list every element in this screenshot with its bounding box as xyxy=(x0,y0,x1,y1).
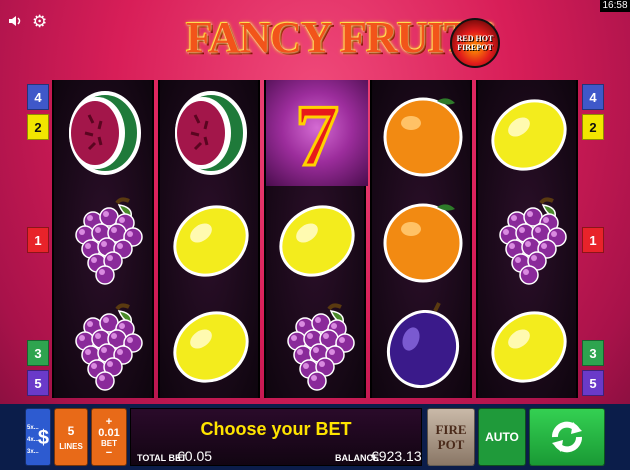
message-text: Choose your BET xyxy=(200,419,352,439)
svg-text:7: 7 xyxy=(295,88,339,179)
reel-symbol-grapes xyxy=(54,292,156,398)
auto-button[interactable]: AUTO xyxy=(478,408,526,466)
grapes-icon xyxy=(287,303,355,391)
reel-symbol-orange xyxy=(372,186,474,292)
reel-3: 7 xyxy=(264,80,368,398)
grapes-icon xyxy=(499,197,567,285)
reel-symbol-lemon xyxy=(478,292,580,398)
lemon-icon xyxy=(279,205,355,277)
reel-symbol-watermelon xyxy=(54,80,156,186)
reel-symbol-lemon xyxy=(160,186,262,292)
lines-button[interactable]: 5 LINES xyxy=(54,408,88,466)
reel-symbol-plum xyxy=(372,292,474,398)
line-marker-right-1: 1 xyxy=(582,227,604,253)
game-title: FANCY FRUITS xyxy=(186,13,496,62)
sound-icon[interactable] xyxy=(8,14,22,28)
reel-5 xyxy=(476,80,578,398)
reel-symbol-lemon xyxy=(160,292,262,398)
bet-plus[interactable]: + xyxy=(106,416,112,427)
firepot-line-1: FIRE xyxy=(435,422,467,437)
spin-icon xyxy=(552,421,582,453)
reel-symbol-grapes xyxy=(266,292,368,398)
seven-icon: 7 xyxy=(294,87,341,179)
watermelon-icon xyxy=(69,91,141,175)
message-box: Choose your BET TOTAL BET €0.05 BALANCE … xyxy=(130,408,422,466)
line-marker-left-1: 1 xyxy=(27,227,49,253)
line-marker-left-4: 4 xyxy=(27,84,49,110)
reel-symbol-lemon xyxy=(478,80,580,186)
line-marker-right-2: 2 xyxy=(582,114,604,140)
badge-line-1: RED HOT xyxy=(456,34,494,43)
lines-value: 5 xyxy=(67,423,75,438)
status-clock: 16:58 xyxy=(600,0,630,12)
reel-symbol-lemon xyxy=(266,186,368,292)
auto-label: AUTO xyxy=(485,430,519,444)
reel-symbol-grapes xyxy=(54,186,156,292)
reel-symbol-grapes xyxy=(478,186,580,292)
reel-symbol-watermelon xyxy=(160,80,262,186)
paytable-button[interactable]: 5x... 4x... 3x... $ xyxy=(25,408,51,466)
bet-value: 0.01 xyxy=(98,426,120,439)
line-marker-right-4: 4 xyxy=(582,84,604,110)
reel-2 xyxy=(158,80,260,398)
reel-4 xyxy=(370,80,472,398)
line-marker-left-5: 5 xyxy=(27,370,49,396)
lemon-icon xyxy=(491,311,567,383)
lemon-icon xyxy=(173,311,249,383)
grapes-icon xyxy=(75,197,143,285)
bet-button[interactable]: + 0.01 BET − xyxy=(91,408,127,466)
spin-button[interactable] xyxy=(529,408,605,466)
line-marker-right-3: 3 xyxy=(582,340,604,366)
plum-icon xyxy=(387,302,459,389)
firepot-line-2: POT xyxy=(437,437,465,452)
firepot-button[interactable]: FIRE POT xyxy=(427,408,475,466)
balance-value: €923.13 xyxy=(371,448,422,464)
lemon-icon xyxy=(491,99,567,171)
badge-line-2: FIREPOT xyxy=(457,43,493,52)
reel-1 xyxy=(52,80,154,398)
lines-label: LINES xyxy=(59,441,83,451)
gear-icon[interactable]: ⚙ xyxy=(32,13,47,30)
line-marker-left-3: 3 xyxy=(27,340,49,366)
dollar-icon: $ xyxy=(37,427,49,449)
reel-area: 7 xyxy=(52,80,578,398)
total-bet-value: €0.05 xyxy=(177,448,213,464)
line-marker-right-5: 5 xyxy=(582,370,604,396)
reel-symbol-seven: 7 xyxy=(266,80,368,186)
grapes-icon xyxy=(75,303,143,391)
orange-icon xyxy=(383,97,463,177)
line-marker-left-2: 2 xyxy=(27,114,49,140)
watermelon-icon xyxy=(175,91,247,175)
firepot-badge: RED HOT FIREPOT xyxy=(450,18,500,68)
reel-symbol-orange xyxy=(372,80,474,186)
orange-icon xyxy=(383,203,463,283)
lemon-icon xyxy=(173,205,249,277)
bet-minus[interactable]: − xyxy=(106,447,112,458)
